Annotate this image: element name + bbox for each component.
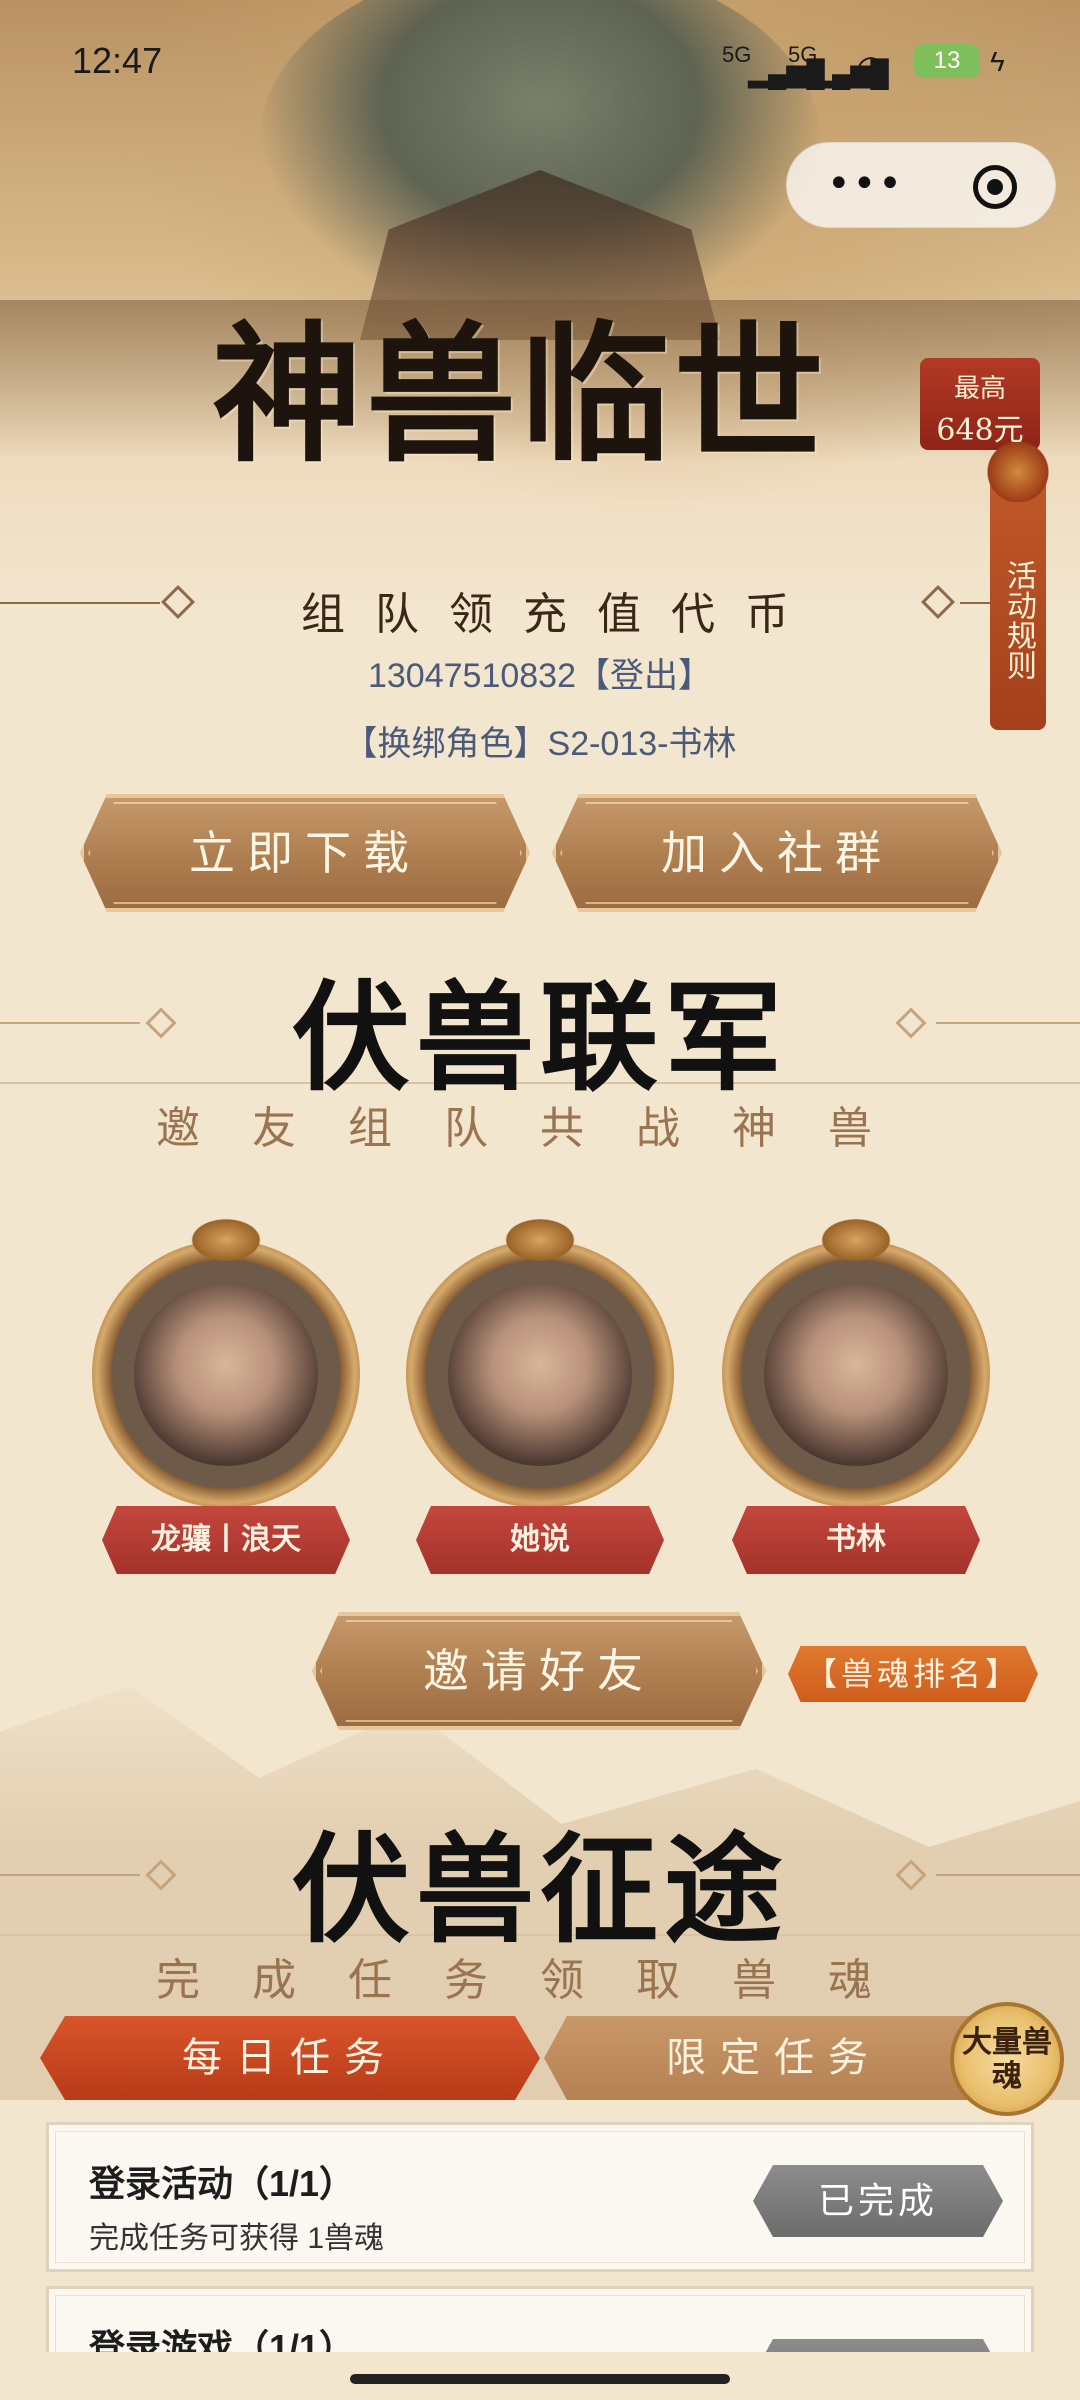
task-description: 完成任务可获得 1兽魂 [89, 2222, 385, 2255]
battery-indicator: 13 [914, 44, 980, 78]
account-phone-logout[interactable]: 13047510832【登出】 [0, 648, 1080, 697]
member-name-tag: 书林 [732, 1506, 980, 1574]
status-time: 12:47 [72, 40, 163, 81]
avatar [134, 1282, 318, 1466]
divider-left [0, 602, 160, 604]
soul-reward-badge: 大量兽魂 [950, 2002, 1064, 2116]
avatar [448, 1282, 632, 1466]
join-group-button[interactable]: 加入社群 [552, 794, 1002, 912]
member-name-tag: 龙骧丨浪天 [102, 1506, 350, 1574]
more-icon[interactable]: ••• [827, 161, 904, 207]
invite-friends-button[interactable]: 邀请好友 [312, 1612, 766, 1730]
charging-icon: ϟ [990, 46, 1005, 77]
journey-title: 伏兽征途 [291, 1820, 788, 1959]
alliance-subtitle: 邀友组队共战神兽 [156, 1103, 924, 1154]
task-card: 登录活动（1/1） 完成任务可获得 1兽魂 已完成 [46, 2122, 1034, 2272]
soul-ranking-button[interactable]: 【兽魂排名】 [788, 1646, 1038, 1702]
lion-crest-icon [820, 1218, 892, 1262]
signal-5g-label-1: 5G [722, 42, 752, 67]
close-miniprogram-icon[interactable] [973, 165, 1017, 209]
avatar [764, 1282, 948, 1466]
miniprogram-capsule: ••• [786, 142, 1056, 228]
max-reward-label: 最高 [953, 374, 1006, 404]
task-status-button[interactable]: 已完成 [753, 2165, 1003, 2237]
lion-crest-icon [504, 1218, 576, 1262]
banner-subtitle: 组队领充值代币 [301, 589, 819, 640]
divider-right [960, 602, 990, 604]
tab-daily-tasks[interactable]: 每日任务 [40, 2016, 540, 2100]
team-member-avatar[interactable] [400, 1210, 680, 1508]
page-title: 神兽临世 [211, 307, 828, 483]
lion-crest-icon [190, 1218, 262, 1262]
max-reward-badge: 最高 648元 [920, 358, 1040, 450]
journey-subtitle: 完成任务领取兽魂 [156, 1955, 924, 2006]
alliance-title: 伏兽联军 [291, 968, 788, 1107]
diamond-ornament-left [161, 585, 195, 619]
task-title: 登录活动（1/1） [89, 2163, 356, 2204]
diamond-ornament-right [921, 585, 955, 619]
team-member-avatar[interactable] [716, 1210, 996, 1508]
team-member-avatar[interactable] [86, 1210, 366, 1508]
tab-limited-tasks[interactable]: 限定任务 [544, 2016, 1004, 2100]
download-button[interactable]: 立即下载 [80, 794, 530, 912]
home-indicator[interactable] [350, 2374, 730, 2384]
rebind-role-link[interactable]: 【换绑角色】S2-013-书林 [0, 716, 1080, 765]
status-bar: 12:47 5G ▂▄▆█ 5G ▂▄▆█ ◠ 13 ϟ [0, 0, 1080, 120]
member-name-tag: 她说 [416, 1506, 664, 1574]
wifi-icon: ◠ [856, 49, 886, 87]
